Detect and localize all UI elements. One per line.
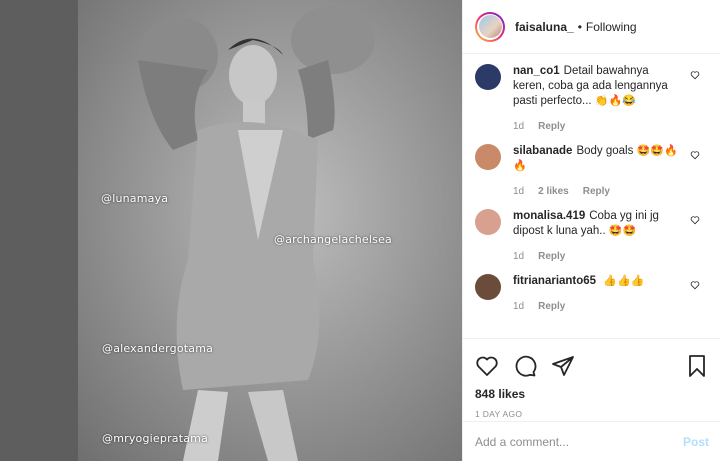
image-tag-alexandergotama[interactable]: @alexandergotama xyxy=(102,342,213,355)
comment-username[interactable]: nan_co1 xyxy=(513,65,560,77)
image-tag-archangelachelsea[interactable]: @archangelachelsea xyxy=(274,233,392,246)
reply-button[interactable]: Reply xyxy=(538,249,565,264)
heart-icon[interactable] xyxy=(475,354,499,378)
comment-like-icon[interactable] xyxy=(690,215,700,225)
post-side-panel: faisaluna_ • Following nan_co1 Detail baw… xyxy=(462,0,720,461)
commenter-avatar[interactable] xyxy=(475,274,501,300)
follow-status-button[interactable]: Following xyxy=(586,20,637,34)
comment-emoji: 👏🔥😂 xyxy=(594,95,636,107)
post-timestamp[interactable]: 1 DAY AGO xyxy=(475,409,709,419)
comment-like-icon[interactable] xyxy=(690,150,700,160)
share-icon[interactable] xyxy=(551,354,575,378)
comment-emoji: 🤩🤩 xyxy=(608,225,637,237)
reply-button[interactable]: Reply xyxy=(538,299,565,314)
comment-like-icon[interactable] xyxy=(690,70,700,80)
reply-button[interactable]: Reply xyxy=(583,184,610,199)
post-photo-illustration xyxy=(138,6,375,461)
comment-age[interactable]: 1d xyxy=(513,119,524,134)
comment-item: fitrianarianto65 👍👍👍 1d Reply xyxy=(475,274,720,314)
commenter-avatar[interactable] xyxy=(475,144,501,170)
comment-age[interactable]: 1d xyxy=(513,184,524,199)
image-tag-lunamaya[interactable]: @lunamaya xyxy=(101,192,168,205)
post-image[interactable]: @lunamaya @archangelachelsea @alexanderg… xyxy=(78,0,462,461)
comment-likes[interactable]: 2 likes xyxy=(538,184,569,199)
comment-username[interactable]: monalisa.419 xyxy=(513,210,585,222)
post-actions: 848 likes 1 DAY AGO xyxy=(463,338,720,419)
add-comment-bar: Post xyxy=(463,421,720,461)
header-separator: • xyxy=(577,19,582,34)
comment-like-icon[interactable] xyxy=(690,280,700,290)
post-header: faisaluna_ • Following xyxy=(463,0,720,54)
author-username[interactable]: faisaluna_ xyxy=(515,20,574,34)
comment-age[interactable]: 1d xyxy=(513,249,524,264)
image-tag-mryogiepratama[interactable]: @mryogiepratama xyxy=(102,432,208,445)
comment-username[interactable]: silabanade xyxy=(513,145,572,157)
comment-age[interactable]: 1d xyxy=(513,299,524,314)
comment-item: monalisa.419 Coba yg ini jg dipost k luna… xyxy=(475,209,720,264)
comment-list[interactable]: nan_co1 Detail bawahnya keren, coba ga ad… xyxy=(463,54,720,344)
comment-username[interactable]: fitrianarianto65 xyxy=(513,275,596,287)
comment-emoji: 👍👍👍 xyxy=(603,275,645,287)
comment-item: nan_co1 Detail bawahnya keren, coba ga ad… xyxy=(475,64,720,134)
author-avatar[interactable] xyxy=(475,11,505,42)
comment-text: Body goals xyxy=(576,145,634,157)
commenter-avatar[interactable] xyxy=(475,64,501,90)
comment-input[interactable] xyxy=(475,434,683,449)
reply-button[interactable]: Reply xyxy=(538,119,565,134)
comment-icon[interactable] xyxy=(513,354,537,378)
bookmark-icon[interactable] xyxy=(685,354,709,378)
post-comment-button[interactable]: Post xyxy=(683,435,709,449)
likes-count[interactable]: 848 likes xyxy=(475,387,709,401)
comment-item: silabanade Body goals 🤩🤩🔥🔥 1d 2 likes Rep… xyxy=(475,144,720,199)
commenter-avatar[interactable] xyxy=(475,209,501,235)
